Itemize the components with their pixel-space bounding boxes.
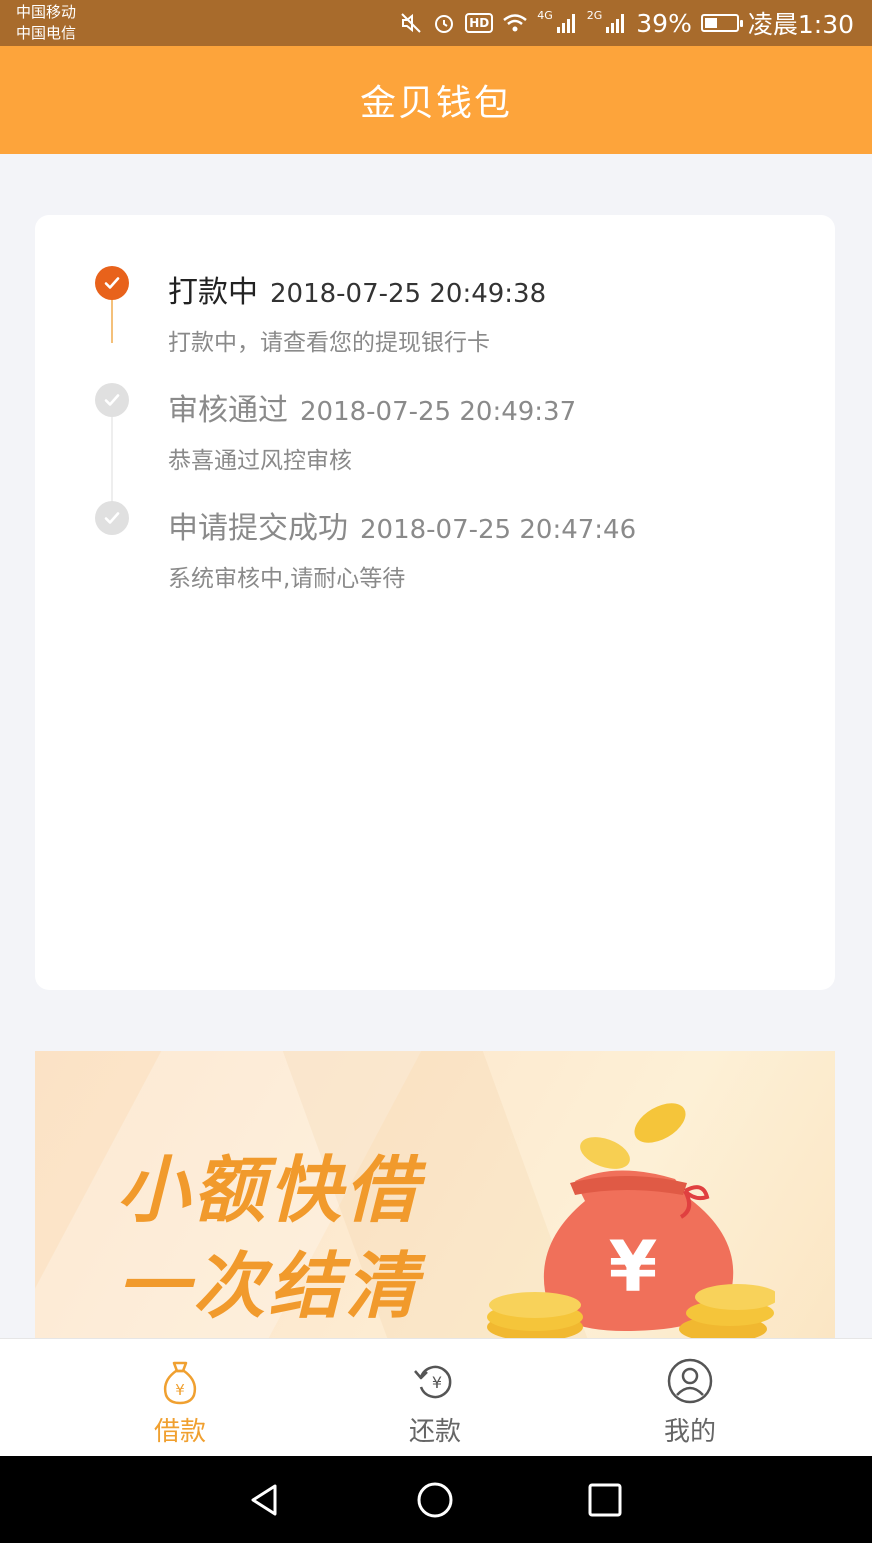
banner-headline-2: 一次结清 [117, 1244, 422, 1328]
money-bag-icon: ¥ [163, 1361, 197, 1405]
hd-icon: HD [465, 13, 494, 33]
tab-label: 还款 [408, 1417, 461, 1447]
signal-icon [556, 13, 578, 33]
timeline-connector [111, 299, 113, 343]
signal-icon [605, 13, 627, 33]
step-title: 打款中 2018-07-25 20:49:38 [168, 267, 546, 311]
step-status: 打款中 [168, 275, 258, 310]
step-description: 打款中，请查看您的提现银行卡 [168, 330, 490, 356]
signal-type-1: 4G [537, 8, 553, 22]
app-header: 金贝钱包 [0, 46, 872, 154]
carrier-info: 中国移动 中国电信 [16, 2, 76, 44]
battery-icon [700, 14, 743, 32]
tab-label: 我的 [663, 1417, 716, 1447]
tab-borrow[interactable]: ¥ 借款 [35, 1339, 325, 1457]
battery-level [704, 18, 717, 28]
alarm-icon [432, 11, 456, 35]
step-status: 申请提交成功 [168, 511, 348, 546]
step-time: 2018-07-25 20:47:46 [360, 515, 637, 545]
svg-text:¥: ¥ [432, 1373, 442, 1392]
check-icon [95, 501, 129, 535]
tab-label: 借款 [153, 1417, 206, 1447]
screen: 中国移动 中国电信 HD 4G 2G 39% 凌晨1:30 金贝钱包 打款中 2… [0, 0, 872, 1543]
home-icon[interactable] [415, 1480, 455, 1520]
svg-text:¥: ¥ [175, 1381, 185, 1399]
step-title: 审核通过 2018-07-25 20:49:37 [168, 385, 576, 429]
recents-icon[interactable] [585, 1480, 625, 1520]
check-icon [95, 383, 129, 417]
step-description: 系统审核中,请耐心等待 [168, 566, 406, 592]
bottom-tab-bar: ¥ 借款 ¥ 还款 我的 [0, 1338, 872, 1456]
bag-symbol: ¥ [609, 1226, 658, 1308]
status-bar: 中国移动 中国电信 HD 4G 2G 39% 凌晨1:30 [0, 0, 872, 46]
check-icon [95, 266, 129, 300]
battery-percent: 39% [636, 8, 692, 38]
step-status: 审核通过 [168, 393, 288, 428]
back-icon[interactable] [245, 1480, 285, 1520]
user-icon [667, 1358, 713, 1404]
mute-icon [399, 11, 423, 35]
banner-headline-1: 小额快借 [117, 1148, 422, 1232]
money-bag-icon: ¥ [487, 1103, 775, 1338]
signal-type-2: 2G [586, 8, 603, 22]
step-time: 2018-07-25 20:49:37 [300, 397, 577, 427]
step-description: 恭喜通过风控审核 [168, 448, 352, 474]
clock: 凌晨1:30 [747, 10, 854, 39]
system-nav-bar [0, 1456, 872, 1543]
status-icons: HD 4G 2G 39% 凌晨1:30 [399, 6, 854, 40]
tab-mine[interactable]: 我的 [545, 1339, 835, 1457]
step-time: 2018-07-25 20:49:38 [270, 279, 547, 309]
step-title: 申请提交成功 2018-07-25 20:47:46 [168, 503, 636, 547]
wifi-icon [502, 12, 528, 34]
repay-icon: ¥ [414, 1365, 452, 1399]
progress-card: 打款中 2018-07-25 20:49:38 打款中，请查看您的提现银行卡 审核… [35, 215, 835, 990]
page-title: 金贝钱包 [359, 83, 512, 124]
promo-banner[interactable]: 小额快借 一次结清 ¥ [35, 1051, 835, 1338]
tab-repay[interactable]: ¥ 还款 [290, 1339, 580, 1457]
timeline-connector [111, 417, 113, 503]
carrier-1: 中国移动 [16, 3, 77, 21]
carrier-2: 中国电信 [16, 24, 77, 42]
